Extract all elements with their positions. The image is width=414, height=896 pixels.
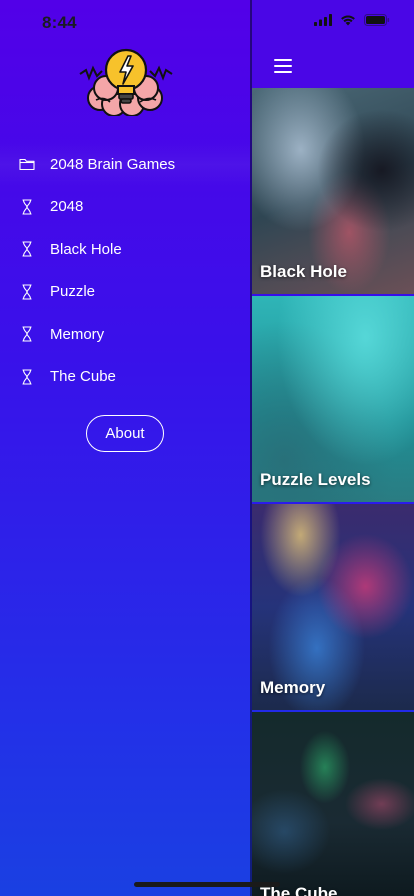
game-card-puzzle-levels[interactable]: Puzzle Levels [252,296,414,502]
drawer-divider [250,0,252,896]
brain-lightbulb-logo [78,44,174,117]
home-indicator[interactable] [134,882,280,887]
about-button[interactable]: About [86,415,164,452]
status-bar: 8:44 [0,0,414,44]
drawer-menu: 2048 Brain Games 2048 Black Hole Puzzle … [0,143,250,398]
battery-icon [364,13,390,31]
wifi-icon [340,13,356,31]
menu-item-label: The Cube [50,368,116,386]
card-title: Memory [260,678,326,697]
menu-item-2048-brain-games[interactable]: 2048 Brain Games [0,143,250,186]
menu-item-label: Puzzle [50,283,96,301]
status-icons [314,13,390,31]
menu-item-memory[interactable]: Memory [0,313,250,356]
menu-item-label: 2048 [50,198,84,216]
menu-item-2048[interactable]: 2048 [0,186,250,229]
navigation-drawer: 2048 Brain Games 2048 Black Hole Puzzle … [0,0,250,896]
menu-item-the-cube[interactable]: The Cube [0,356,250,399]
card-title: Puzzle Levels [260,470,371,489]
status-time: 8:44 [42,13,77,32]
folder-icon [18,155,36,173]
hourglass-icon [18,325,36,343]
main-content: Black Hole Puzzle Levels Memory The Cube [252,0,414,896]
app-screen: 8:44 2048 Brain Games 2048 Black Hole Pu… [0,0,414,896]
hourglass-icon [18,283,36,301]
hourglass-icon [18,198,36,216]
menu-item-label: Black Hole [50,240,122,258]
hourglass-icon [18,368,36,386]
menu-item-label: 2048 Brain Games [50,155,176,173]
menu-item-black-hole[interactable]: Black Hole [0,228,250,271]
hourglass-icon [18,240,36,258]
menu-item-label: Memory [50,325,105,343]
game-card-memory[interactable]: Memory [252,504,414,710]
menu-item-puzzle[interactable]: Puzzle [0,271,250,314]
hamburger-menu-icon[interactable] [274,58,292,74]
cellular-signal-icon [314,13,332,31]
game-card-black-hole[interactable]: Black Hole [252,88,414,294]
card-title: Black Hole [260,262,347,281]
game-card-the-cube[interactable]: The Cube [252,712,414,896]
